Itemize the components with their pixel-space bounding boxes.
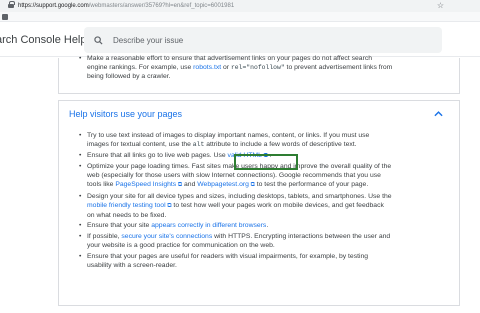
bullet-text: being followed by a crawler.	[87, 73, 171, 80]
webpagetest-link[interactable]: Webpagetest.org	[197, 181, 249, 188]
list-item: Design your site for all device types an…	[79, 192, 449, 220]
list-item: Ensure that your pages are useful for re…	[79, 252, 449, 270]
bullet-text: Try to use text instead of images to dis…	[87, 132, 370, 139]
bullet-text: or	[221, 64, 231, 71]
bullet-text: your website is a good practice for comm…	[87, 241, 275, 249]
search-icon	[94, 35, 103, 45]
previous-section-card: Make a reasonable effort to ensure that …	[58, 54, 460, 94]
bullet-text: to test how well your pages work on mobi…	[171, 201, 384, 209]
mobile-friendly-test-link[interactable]: mobile friendly testing tool	[87, 202, 166, 209]
url-host: https://support.google.com	[18, 3, 89, 9]
bullet-text: .	[266, 222, 269, 230]
bullet-text: Ensure that all links go to live web pag…	[87, 151, 228, 159]
search-bar[interactable]: Describe your issue	[84, 27, 442, 53]
highlight-box	[234, 154, 298, 170]
bookmarks-bar	[0, 12, 480, 22]
list-item: If possible, secure your site's connecti…	[79, 232, 449, 250]
lock-icon	[8, 1, 15, 9]
bullet-text: and	[182, 181, 198, 189]
bullet-text: Design your site for all device types an…	[87, 192, 392, 200]
bullet-text: with HTTPS. Encrypting interactions betw…	[212, 232, 391, 240]
bullet-text: engine rankings. For example, use	[87, 64, 194, 71]
bullet-text: on what needs to be fixed.	[87, 211, 167, 219]
browser-url-bar[interactable]: https://support.google.com/webmasters/an…	[0, 0, 480, 12]
star-icon[interactable]: ☆	[437, 1, 444, 11]
chevron-up-icon[interactable]	[434, 110, 443, 117]
previous-section-list: Make a reasonable effort to ensure that …	[79, 54, 449, 83]
code-rel-nofollow: rel="nofollow"	[230, 64, 285, 71]
list-item: Try to use text instead of images to dis…	[79, 131, 449, 149]
list-item: Make a reasonable effort to ensure that …	[79, 54, 449, 81]
bullet-text: Make a reasonable effort to ensure that …	[87, 55, 373, 62]
robots-txt-link[interactable]: robots.txt	[193, 64, 221, 71]
code-alt: alt	[192, 141, 205, 148]
help-visitors-panel: Help visitors use your pages Try to use …	[58, 100, 460, 306]
bullet-text: Ensure that your site	[87, 222, 152, 230]
panel-title[interactable]: Help visitors use your pages	[69, 109, 182, 119]
bullet-text: tools like	[87, 181, 116, 189]
url-path: /webmasters/answer/35769?hl=en&ref_topic…	[88, 3, 235, 9]
bullet-text: attribute to include a few words of desc…	[204, 141, 357, 148]
secure-connections-link[interactable]: secure your site's connections	[121, 233, 212, 240]
url-text[interactable]: https://support.google.com/webmasters/an…	[18, 3, 234, 9]
pagespeed-insights-link[interactable]: PageSpeed Insights	[115, 181, 176, 188]
list-item: Ensure that your site appears correctly …	[79, 221, 449, 230]
bullet-text: images for textual content, use the	[87, 141, 193, 148]
bullet-text: Ensure that your pages are useful for re…	[87, 252, 369, 260]
site-header: arch Console Help Describe your issue	[0, 23, 480, 57]
bullet-text: to test the performance of your page.	[254, 181, 369, 189]
apps-icon[interactable]	[2, 14, 8, 20]
panel-list: Try to use text instead of images to dis…	[79, 131, 449, 271]
product-name[interactable]: arch Console Help	[0, 34, 87, 46]
bullet-text: to prevent advertisement links from	[284, 64, 393, 71]
bullet-text: If possible,	[87, 232, 122, 240]
bullet-text: web (especially for those users with slo…	[87, 172, 381, 180]
browsers-link[interactable]: appears correctly in different browsers	[151, 222, 266, 229]
bullet-text: usability with a screen-reader.	[87, 261, 177, 269]
search-input[interactable]: Describe your issue	[113, 36, 183, 45]
